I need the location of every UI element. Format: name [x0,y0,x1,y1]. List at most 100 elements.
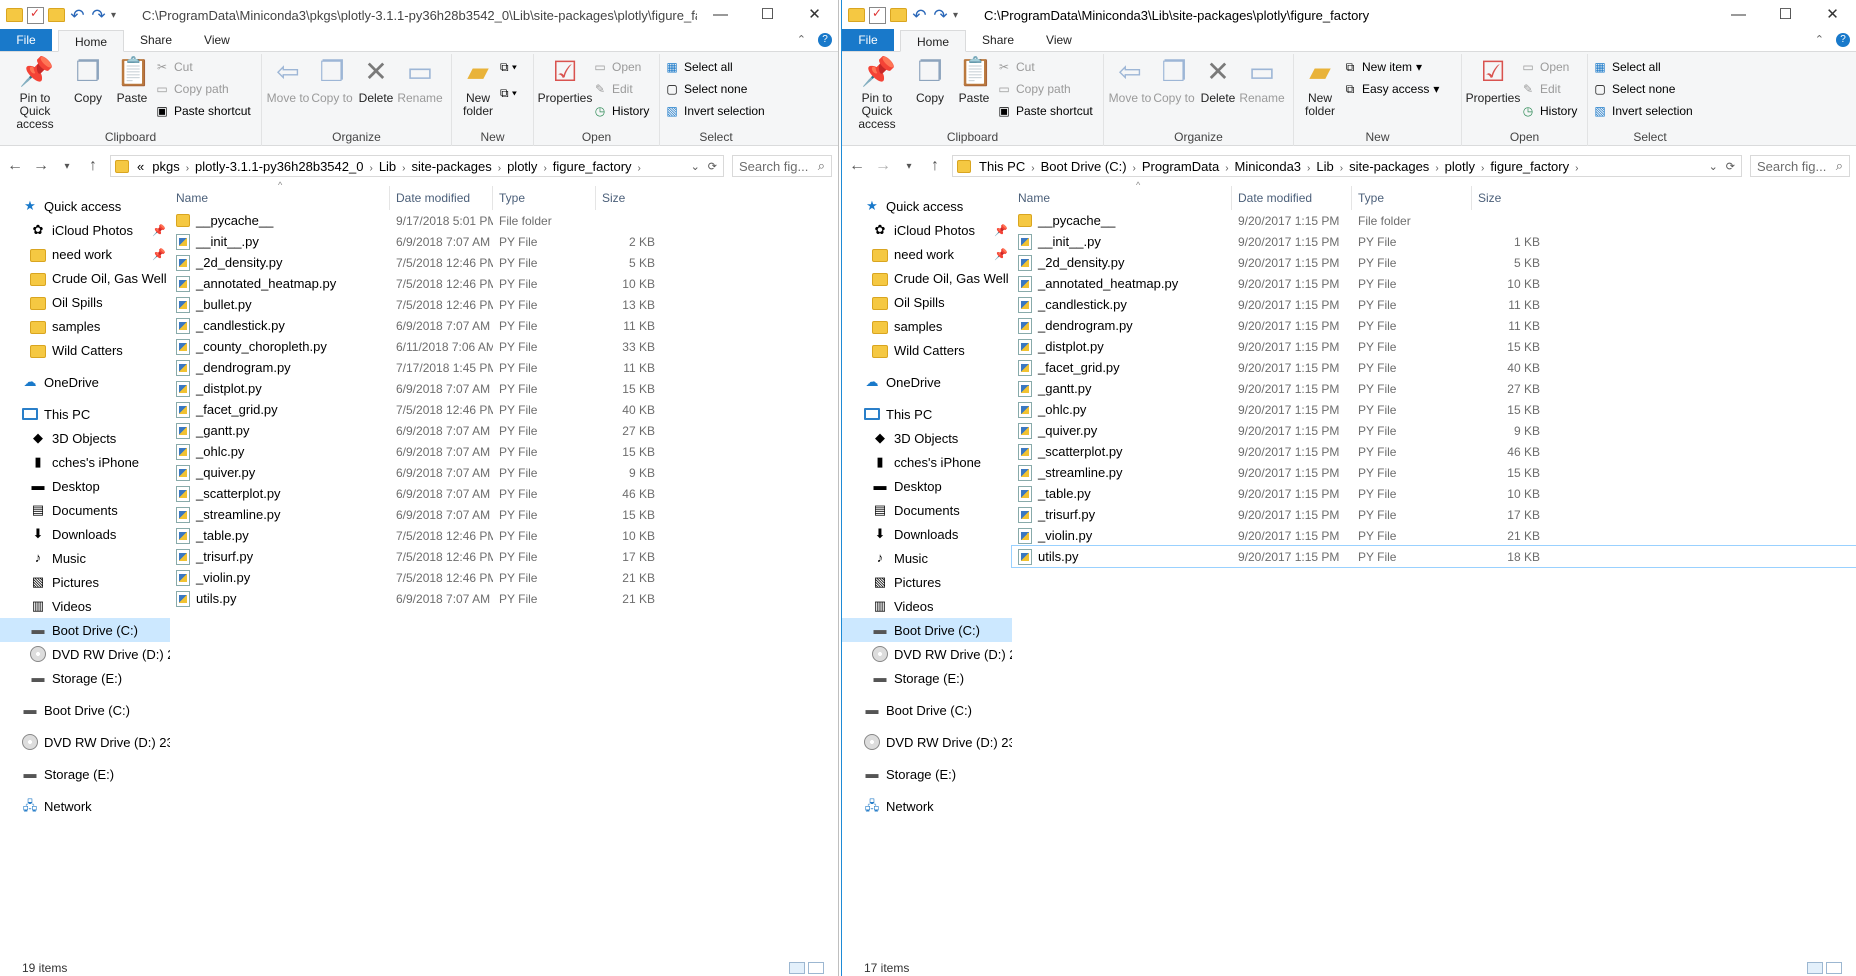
table-row[interactable]: _quiver.py 9/20/2017 1:15 PM PY File 9 KB [1012,420,1856,441]
nav-item[interactable]: DVD RW Drive (D:) 2377 [842,730,1012,754]
minimize-button[interactable]: — [1715,0,1762,30]
nav-item[interactable]: ⬇ Downloads [842,522,1012,546]
table-row[interactable]: _scatterplot.py 9/20/2017 1:15 PM PY File 4… [1012,441,1856,462]
nav-item[interactable]: ✿ iCloud Photos 📌 [842,218,1012,242]
refresh-icon[interactable]: ⟳ [708,160,717,173]
details-view-icon[interactable] [789,962,805,974]
nav-item[interactable]: ▬ Storage (E:) [0,666,170,690]
undo-icon[interactable]: ↶ [69,7,86,24]
chevron-right-icon[interactable]: › [496,163,503,174]
maximize-button[interactable]: ☐ [1762,0,1809,30]
table-row[interactable]: _scatterplot.py 6/9/2018 7:07 AM PY File 46… [170,483,838,504]
breadcrumb-item[interactable]: Lib [375,159,400,174]
select-none-button[interactable]: ▢ Select none [1592,80,1693,98]
nav-item[interactable]: ▥ Videos [842,594,1012,618]
table-row[interactable]: _quiver.py 6/9/2018 7:07 AM PY File 9 KB [170,462,838,483]
nav-item[interactable]: ▮ cches's iPhone [842,450,1012,474]
nav-item[interactable]: Crude Oil, Gas Well Li [0,266,170,290]
breadcrumb-item[interactable]: ProgramData [1138,159,1223,174]
select-all-button[interactable]: ▦ Select all [664,58,765,76]
nav-item[interactable]: ♪ Music [842,546,1012,570]
breadcrumb-item[interactable]: plotly [503,159,541,174]
table-row[interactable]: __pycache__ 9/17/2018 5:01 PM File folder [170,210,838,231]
select-none-button[interactable]: ▢ Select none [664,80,765,98]
table-row[interactable]: __init__.py 6/9/2018 7:07 AM PY File 2 KB [170,231,838,252]
select-all-button[interactable]: ▦ Select all [1592,58,1693,76]
column-size[interactable]: Size [596,186,661,210]
table-row[interactable]: _gantt.py 6/9/2018 7:07 AM PY File 27 KB [170,420,838,441]
nav-item[interactable]: ▬ Storage (E:) [842,666,1012,690]
up-icon[interactable]: ↑ [84,157,102,175]
column-date-modified[interactable]: Date modified [1232,186,1352,210]
breadcrumb-item[interactable]: Miniconda3 [1231,159,1306,174]
chevron-right-icon[interactable]: › [1433,163,1440,174]
properties-icon[interactable] [27,6,44,24]
nav-item[interactable]: ▬ Boot Drive (C:) [842,698,1012,722]
new-item-icon[interactable]: ⧉ ▾ [500,58,517,76]
nav-item[interactable]: Oil Spills [842,290,1012,314]
up-icon[interactable]: ↑ [926,157,944,175]
table-row[interactable]: _distplot.py 6/9/2018 7:07 AM PY File 15 KB [170,378,838,399]
large-icons-view-icon[interactable] [808,962,824,974]
redo-icon[interactable]: ↷ [90,7,107,24]
large-icons-view-icon[interactable] [1826,962,1842,974]
paste-shortcut-button[interactable]: ▣ Paste shortcut [996,102,1092,120]
tab-share[interactable]: Share [124,29,188,51]
nav-item[interactable]: samples [842,314,1012,338]
copy-path-button[interactable]: ▭ Copy path [996,80,1093,98]
nav-item[interactable]: ♪ Music [0,546,170,570]
nav-item[interactable]: 🖧 Network [842,794,1012,818]
back-icon[interactable]: ← [848,157,866,175]
nav-item[interactable]: ◆ 3D Objects [842,426,1012,450]
chevron-right-icon[interactable]: › [541,163,548,174]
minimize-button[interactable]: — [697,0,744,30]
breadcrumb-item[interactable]: pkgs [148,159,183,174]
tab-file[interactable]: File [0,29,52,51]
collapse-ribbon-icon[interactable]: ⌃ [797,33,806,47]
new-item-button[interactable]: ⧉ New item ▾ [1342,58,1439,76]
back-icon[interactable]: ← [6,157,24,175]
table-row[interactable]: _ohlc.py 6/9/2018 7:07 AM PY File 15 KB [170,441,838,462]
table-row[interactable]: _trisurf.py 9/20/2017 1:15 PM PY File 17 KB [1012,504,1856,525]
easy-access-button[interactable]: ⧉ Easy access ▾ [1342,80,1440,98]
forward-icon[interactable]: → [874,157,892,175]
invert-selection-button[interactable]: ▧ Invert selection [664,102,764,120]
table-row[interactable]: _distplot.py 9/20/2017 1:15 PM PY File 15 K… [1012,336,1856,357]
column-name[interactable]: Name [1012,186,1232,210]
tab-view[interactable]: View [1030,29,1088,51]
table-row[interactable]: _ohlc.py 9/20/2017 1:15 PM PY File 15 KB [1012,399,1856,420]
recent-locations-icon[interactable]: ▾ [900,161,918,172]
chevron-right-icon[interactable]: › [1029,163,1036,174]
nav-item[interactable]: need work 📌 [0,242,170,266]
table-row[interactable]: _streamline.py 6/9/2018 7:07 AM PY File 15 … [170,504,838,525]
nav-item[interactable]: ▤ Documents [0,498,170,522]
chevron-right-icon[interactable]: › [1338,163,1345,174]
open-button[interactable]: ▭ Open [592,58,649,76]
refresh-icon[interactable]: ⟳ [1726,160,1735,173]
chevron-right-icon[interactable]: › [367,163,374,174]
breadcrumb-item[interactable]: site-packages [1345,159,1433,174]
breadcrumb-item[interactable]: plotly [1441,159,1479,174]
forward-icon[interactable]: → [32,157,50,175]
redo-icon[interactable]: ↷ [932,7,949,24]
tab-file[interactable]: File [842,29,894,51]
nav-item[interactable]: ▬ Boot Drive (C:) [842,618,1012,642]
help-icon[interactable]: ? [818,33,832,47]
edit-button[interactable]: ✎ Edit [592,80,649,98]
paste-shortcut-button[interactable]: ▣ Paste shortcut [154,102,250,120]
nav-item[interactable]: This PC [842,402,1012,426]
help-icon[interactable]: ? [1836,33,1850,47]
recent-locations-icon[interactable]: ▾ [58,161,76,172]
history-button[interactable]: ◷ History [1520,102,1578,120]
table-row[interactable]: _candlestick.py 9/20/2017 1:15 PM PY File 1… [1012,294,1856,315]
table-row[interactable]: _gantt.py 9/20/2017 1:15 PM PY File 27 KB [1012,378,1856,399]
nav-item[interactable]: Oil Spills [0,290,170,314]
customize-toolbar-icon[interactable]: ▾ [111,10,121,21]
column-type[interactable]: Type [493,186,596,210]
chevron-right-icon[interactable]: › [1573,163,1580,174]
table-row[interactable]: _violin.py 7/5/2018 12:46 PM PY File 21 KB [170,567,838,588]
title-bar[interactable]: ↶ ↷ ▾ C:\ProgramData\Miniconda3\pkgs\plo… [0,0,838,30]
nav-item[interactable]: DVD RW Drive (D:) 23 [842,642,1012,666]
nav-item[interactable]: ▬ Boot Drive (C:) [0,698,170,722]
table-row[interactable]: _table.py 7/5/2018 12:46 PM PY File 10 KB [170,525,838,546]
